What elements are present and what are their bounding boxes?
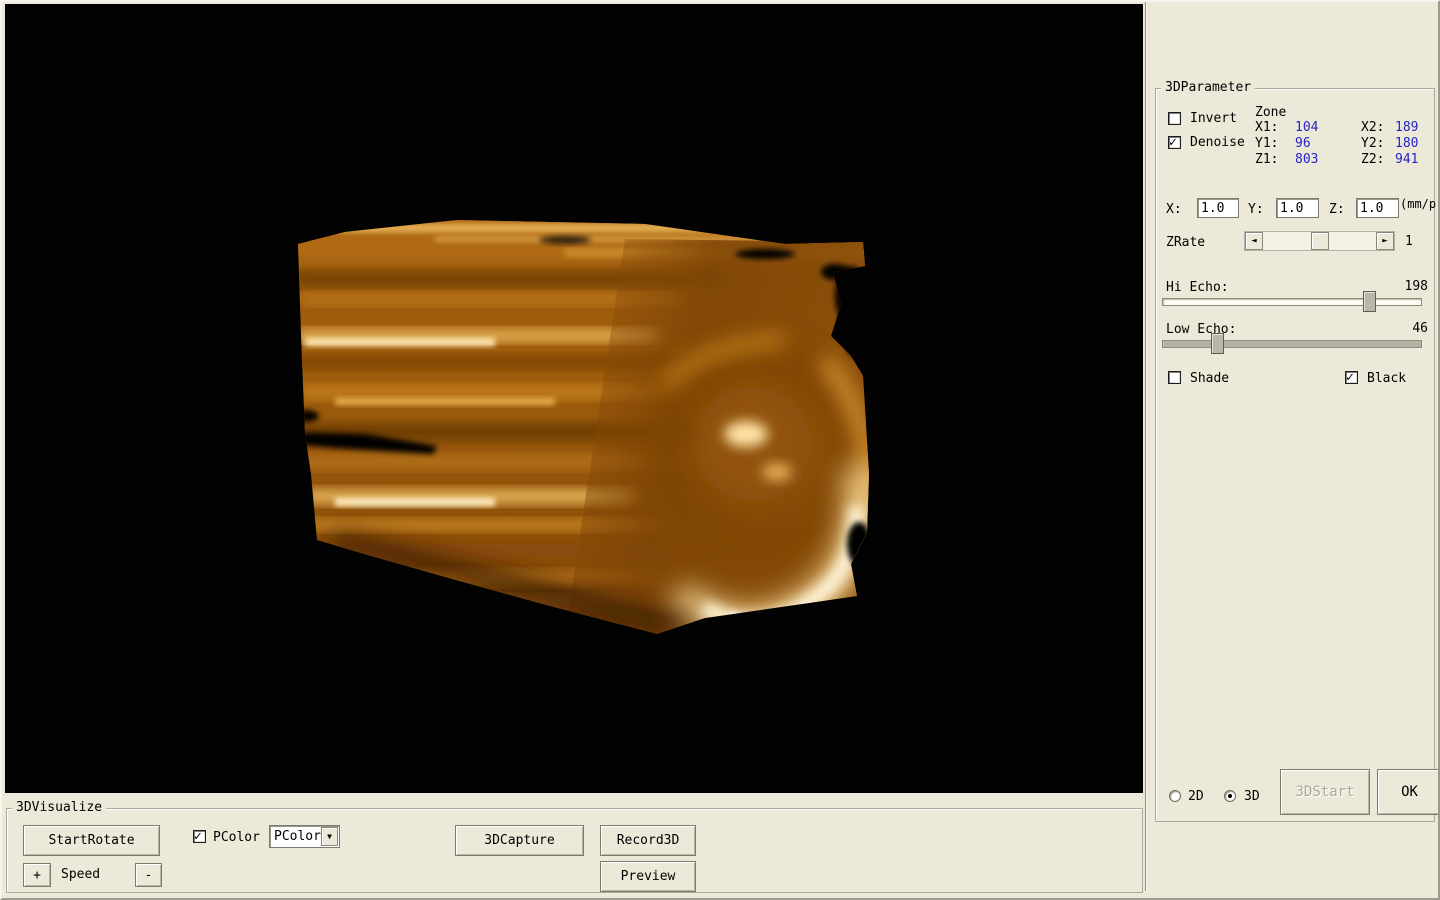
zrate-left-arrow-icon[interactable]: ◄ bbox=[1245, 232, 1263, 250]
zone-z1-label: Z1: bbox=[1255, 152, 1278, 167]
low-echo-label: Low Echo: bbox=[1166, 322, 1236, 337]
pcolor-dropdown-arrow-icon[interactable]: ▼ bbox=[321, 827, 338, 846]
hi-echo-value: 198 bbox=[1396, 279, 1428, 294]
mode-2d-label: 2D bbox=[1188, 789, 1204, 804]
ok-button[interactable]: OK bbox=[1377, 769, 1440, 815]
low-echo-slider-track[interactable] bbox=[1162, 340, 1422, 348]
3dcapture-button[interactable]: 3DCapture bbox=[455, 825, 584, 856]
render-viewport[interactable] bbox=[5, 4, 1143, 793]
denoise-checkbox[interactable] bbox=[1168, 136, 1181, 149]
group-3dvisualize-title: 3DVisualize bbox=[12, 800, 106, 816]
denoise-label: Denoise bbox=[1190, 135, 1245, 150]
invert-label: Invert bbox=[1190, 111, 1237, 126]
start-rotate-button[interactable]: StartRotate bbox=[23, 825, 160, 856]
scale-z-field[interactable] bbox=[1356, 198, 1399, 218]
3dstart-button[interactable]: 3DStart bbox=[1280, 769, 1370, 815]
zone-z2-value: 941 bbox=[1395, 152, 1418, 167]
zrate-value: 1 bbox=[1405, 234, 1413, 249]
preview-button[interactable]: Preview bbox=[600, 861, 696, 892]
black-label: Black bbox=[1367, 371, 1406, 386]
application-window: 3DParameter Invert Denoise Zone X1: 104 … bbox=[0, 0, 1440, 900]
group-3dparameter: 3DParameter Invert Denoise Zone X1: 104 … bbox=[1155, 88, 1435, 822]
volume-render-3d bbox=[5, 4, 1143, 793]
low-echo-slider-thumb[interactable] bbox=[1211, 333, 1224, 354]
zone-x2-value: 189 bbox=[1395, 120, 1418, 135]
pcolor-dropdown-value: PColor bbox=[274, 828, 321, 845]
invert-checkbox[interactable] bbox=[1168, 112, 1181, 125]
zone-y2-label: Y2: bbox=[1361, 136, 1384, 151]
pcolor-checkbox-label: PColor bbox=[213, 830, 260, 845]
scale-unit-label: (mm/p) bbox=[1400, 197, 1440, 212]
group-3dvisualize: 3DVisualize StartRotate + Speed - PColor… bbox=[6, 808, 1143, 893]
zrate-right-arrow-icon[interactable]: ► bbox=[1376, 232, 1394, 250]
hi-echo-label: Hi Echo: bbox=[1166, 280, 1229, 295]
scale-x-label: X: bbox=[1166, 202, 1182, 217]
group-3dparameter-title: 3DParameter bbox=[1161, 80, 1255, 96]
zone-x1-value: 104 bbox=[1295, 120, 1318, 135]
hi-echo-slider-track[interactable] bbox=[1162, 298, 1422, 306]
zone-y1-label: Y1: bbox=[1255, 136, 1278, 151]
zone-title: Zone bbox=[1255, 105, 1286, 120]
mode-3d-label: 3D bbox=[1244, 789, 1260, 804]
zrate-scrollbar-thumb[interactable] bbox=[1311, 232, 1329, 250]
zrate-label: ZRate bbox=[1166, 235, 1205, 250]
zrate-scrollbar[interactable]: ◄ ► bbox=[1244, 231, 1395, 251]
shade-label: Shade bbox=[1190, 371, 1229, 386]
scale-x-field[interactable] bbox=[1197, 198, 1239, 218]
speed-label: Speed bbox=[61, 867, 100, 882]
shade-checkbox[interactable] bbox=[1168, 371, 1181, 384]
zone-y2-value: 180 bbox=[1395, 136, 1418, 151]
scale-y-label: Y: bbox=[1248, 202, 1264, 217]
parameter-panel: 3DParameter Invert Denoise Zone X1: 104 … bbox=[1146, 2, 1438, 891]
zone-x1-label: X1: bbox=[1255, 120, 1278, 135]
pcolor-dropdown[interactable]: PColor ▼ bbox=[269, 825, 340, 848]
speed-plus-button[interactable]: + bbox=[23, 863, 51, 887]
hi-echo-slider-thumb[interactable] bbox=[1363, 291, 1376, 312]
scale-z-label: Z: bbox=[1329, 202, 1345, 217]
zone-z2-label: Z2: bbox=[1361, 152, 1384, 167]
zone-z1-value: 803 bbox=[1295, 152, 1318, 167]
scale-y-field[interactable] bbox=[1276, 198, 1319, 218]
pcolor-checkbox[interactable] bbox=[193, 830, 206, 843]
zone-y1-value: 96 bbox=[1295, 136, 1311, 151]
black-checkbox[interactable] bbox=[1345, 371, 1358, 384]
speed-minus-button[interactable]: - bbox=[135, 863, 162, 887]
mode-3d-radio[interactable] bbox=[1224, 790, 1236, 802]
record3d-button[interactable]: Record3D bbox=[600, 825, 696, 856]
mode-2d-radio[interactable] bbox=[1169, 790, 1181, 802]
low-echo-value: 46 bbox=[1396, 321, 1428, 336]
zone-x2-label: X2: bbox=[1361, 120, 1384, 135]
